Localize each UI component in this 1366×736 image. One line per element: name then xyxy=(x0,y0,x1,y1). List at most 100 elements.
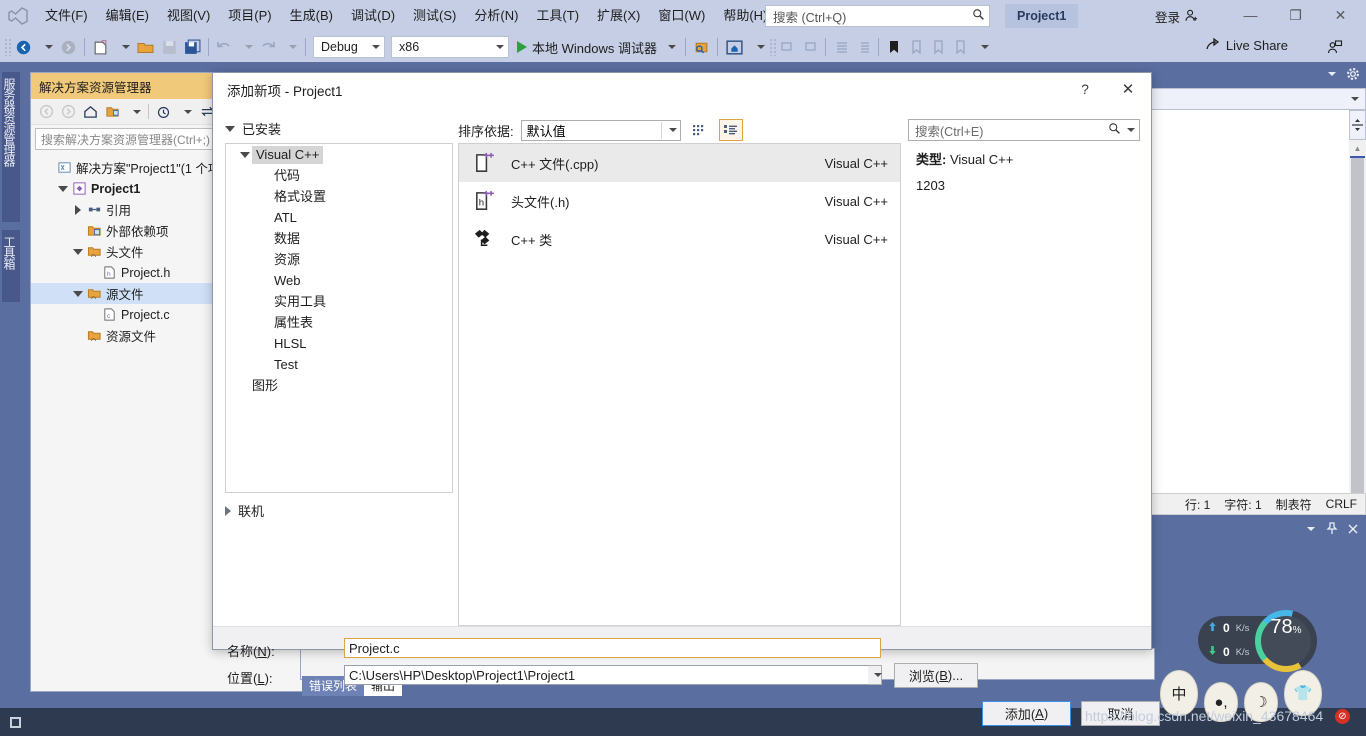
vertical-tab-server-explorer[interactable]: 服务器资源管理器 xyxy=(2,72,20,222)
solution-configuration-combo[interactable]: Debug xyxy=(313,36,385,58)
category-item-3[interactable]: ATL xyxy=(226,207,452,228)
clear-bookmarks-button[interactable] xyxy=(949,35,971,59)
menu-edit[interactable]: 编辑(E) xyxy=(97,0,158,32)
toolbar-grip-2[interactable] xyxy=(768,38,777,56)
tree-twisty[interactable] xyxy=(56,185,70,192)
undo-button[interactable] xyxy=(213,35,235,59)
category-item-2[interactable]: 格式设置 xyxy=(226,186,452,207)
navigate-back-button[interactable] xyxy=(12,35,35,59)
menu-view[interactable]: 视图(V) xyxy=(158,0,219,32)
category-item-10[interactable]: Test xyxy=(226,354,452,375)
comment-selection-button[interactable] xyxy=(777,35,799,59)
chevron-down-icon[interactable] xyxy=(1326,68,1338,83)
toolbar-grip[interactable] xyxy=(4,38,12,56)
category-item-7[interactable]: 实用工具 xyxy=(226,291,452,312)
name-input[interactable]: Project.c xyxy=(344,638,881,658)
menu-analyze[interactable]: 分析(N) xyxy=(465,0,527,32)
open-file-button[interactable] xyxy=(134,35,158,59)
search-options-dropdown-icon[interactable] xyxy=(1127,128,1135,132)
redo-button[interactable] xyxy=(257,35,279,59)
scroll-up-icon[interactable]: ▲ xyxy=(1349,140,1366,156)
menu-build[interactable]: 生成(B) xyxy=(281,0,342,32)
template-item-1[interactable]: h 头文件(.h) Visual C++ xyxy=(459,182,900,220)
menu-file[interactable]: 文件(F) xyxy=(36,0,97,32)
previous-bookmark-button[interactable] xyxy=(905,35,927,59)
vertical-tab-toolbox[interactable]: 工具箱 xyxy=(2,230,20,302)
window-maximize-button[interactable]: ❐ xyxy=(1273,0,1318,30)
solution-name-tab[interactable]: Project1 xyxy=(1005,4,1079,28)
attach-to-process-button[interactable] xyxy=(690,35,713,59)
history-dropdown-icon[interactable] xyxy=(175,102,195,122)
undo-dropdown[interactable] xyxy=(235,35,257,59)
category-item-11[interactable]: 图形 xyxy=(226,375,452,396)
next-bookmark-button[interactable] xyxy=(927,35,949,59)
template-item-2[interactable]: C++ 类 Visual C++ xyxy=(459,220,900,258)
dialog-close-button[interactable]: ✕ xyxy=(1105,73,1151,105)
sort-by-combo[interactable]: 默认值 xyxy=(520,119,681,141)
sign-in-button[interactable]: 登录 xyxy=(1155,7,1199,26)
uncomment-selection-button[interactable] xyxy=(799,35,821,59)
live-preview-button[interactable] xyxy=(722,35,747,59)
back-icon[interactable] xyxy=(36,102,56,122)
category-item-4[interactable]: 数据 xyxy=(226,228,452,249)
grid-view-icon[interactable] xyxy=(688,119,712,141)
solution-platform-combo[interactable]: x86 xyxy=(391,36,509,58)
history-icon[interactable] xyxy=(153,102,173,122)
gear-icon[interactable] xyxy=(1346,67,1360,84)
category-item-9[interactable]: HLSL xyxy=(226,333,452,354)
navigate-forward-button[interactable] xyxy=(57,35,80,59)
new-project-button[interactable] xyxy=(89,35,112,59)
location-input[interactable]: C:\Users\HP\Desktop\Project1\Project1 xyxy=(344,665,881,685)
editor-text-area[interactable]: ▲ xyxy=(1150,110,1366,493)
tree-twisty[interactable] xyxy=(71,248,85,255)
scrollbar-thumb[interactable] xyxy=(1351,158,1364,493)
category-item-1[interactable]: 代码 xyxy=(226,165,452,186)
online-section-header[interactable]: 联机 xyxy=(225,501,264,520)
location-dropdown-button[interactable] xyxy=(868,665,882,685)
toolbar-overflow-button[interactable] xyxy=(747,35,769,59)
menu-tools[interactable]: 工具(T) xyxy=(527,0,588,32)
category-item-5[interactable]: 资源 xyxy=(226,249,452,270)
feedback-icon[interactable] xyxy=(1323,36,1346,60)
save-all-button[interactable] xyxy=(181,35,204,59)
editor-split-handle[interactable] xyxy=(1349,110,1366,140)
editor-vertical-scrollbar[interactable]: ▲ xyxy=(1349,140,1366,493)
add-button[interactable]: 添加(A) xyxy=(982,701,1071,726)
tree-twisty[interactable] xyxy=(71,290,85,297)
tree-twisty[interactable] xyxy=(71,204,85,215)
quick-launch-search[interactable]: 搜索 (Ctrl+Q) xyxy=(765,5,990,27)
menu-project[interactable]: 项目(P) xyxy=(219,0,280,32)
menu-extensions[interactable]: 扩展(X) xyxy=(588,0,649,32)
menu-test[interactable]: 测试(S) xyxy=(404,0,465,32)
pending-changes-icon[interactable] xyxy=(102,102,122,122)
window-minimize-button[interactable]: — xyxy=(1228,0,1273,30)
category-item-6[interactable]: Web xyxy=(226,270,452,291)
window-close-button[interactable]: ✕ xyxy=(1318,0,1363,30)
template-search-input[interactable]: 搜索(Ctrl+E) xyxy=(908,119,1140,141)
navigate-back-dropdown[interactable] xyxy=(35,35,57,59)
cpu-usage-ring[interactable]: 78 % xyxy=(1255,610,1317,672)
pending-changes-dropdown-icon[interactable] xyxy=(124,102,144,122)
menu-debug[interactable]: 调试(D) xyxy=(342,0,404,32)
save-button[interactable] xyxy=(158,35,181,59)
category-twisty[interactable] xyxy=(238,151,252,158)
template-item-0[interactable]: C++ 文件(.cpp) Visual C++ xyxy=(459,144,900,182)
increase-indent-button[interactable] xyxy=(852,35,874,59)
start-debugging-button[interactable]: 本地 Windows 调试器 xyxy=(512,35,681,59)
menu-window[interactable]: 窗口(W) xyxy=(649,0,714,32)
editor-member-dropdown[interactable] xyxy=(1150,88,1366,110)
forward-icon[interactable] xyxy=(58,102,78,122)
pin-icon[interactable] xyxy=(1326,522,1338,538)
installed-section-header[interactable]: 已安装 xyxy=(225,119,281,138)
category-item-8[interactable]: 属性表 xyxy=(226,312,452,333)
browse-button[interactable]: 浏览(B)... xyxy=(894,663,978,688)
decrease-indent-button[interactable] xyxy=(830,35,852,59)
live-share-button[interactable]: Live Share xyxy=(1205,37,1288,54)
category-item-0[interactable]: Visual C++ xyxy=(226,144,452,165)
close-icon[interactable] xyxy=(1347,523,1359,538)
toolbar-overflow-button-2[interactable] xyxy=(971,35,993,59)
toggle-bookmark-button[interactable] xyxy=(883,35,905,59)
dialog-help-button[interactable]: ? xyxy=(1065,73,1105,105)
redo-dropdown[interactable] xyxy=(279,35,301,59)
list-view-icon[interactable] xyxy=(718,119,743,141)
